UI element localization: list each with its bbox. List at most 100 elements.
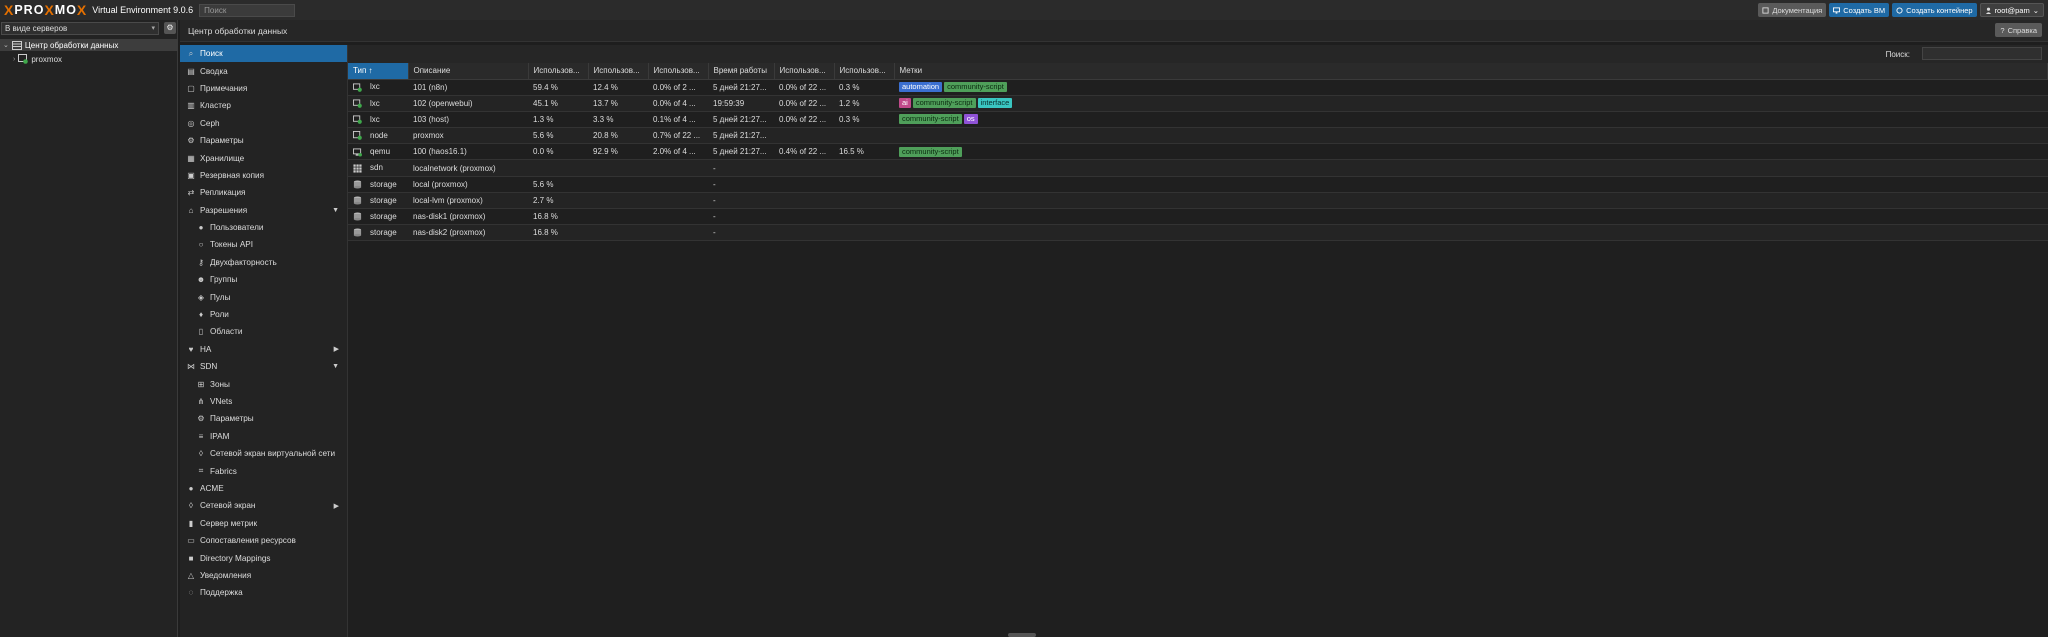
- nav-item-23[interactable]: ◊ Сетевой экран виртуальной сети: [180, 445, 347, 462]
- column-header[interactable]: Тип ↑: [348, 63, 409, 80]
- nav-item-16[interactable]: ▯ Области: [180, 323, 347, 340]
- tree-settings-button[interactable]: ⚙: [164, 22, 176, 34]
- table-row[interactable]: storage local-lvm (proxmox) 2.7 % -: [348, 192, 2048, 210]
- nav-item-31[interactable]: ◌ Поддержка: [180, 584, 347, 601]
- tree-item-datacenter[interactable]: ⌄ Центр обработки данных: [0, 39, 178, 51]
- caret-down-icon[interactable]: ▼: [332, 207, 339, 214]
- nav-item-label: Кластер: [200, 101, 231, 111]
- view-selector[interactable]: В виде серверов ▾: [1, 22, 159, 35]
- nav-item-30[interactable]: △ Уведомления: [180, 567, 347, 584]
- tree-item-node-proxmox[interactable]: › proxmox: [0, 53, 178, 65]
- table-row[interactable]: node proxmox 5.6 % 20.8 % 0.7% of 22 ... 5 дн…: [348, 127, 2048, 145]
- nav-item-11[interactable]: ○ Токены API: [180, 236, 347, 253]
- column-header[interactable]: Описание: [408, 63, 529, 80]
- cell-c6: 16.5 %: [834, 143, 894, 161]
- retweet-icon: ⇄: [187, 188, 195, 198]
- user-label: root@pam: [1994, 5, 2030, 15]
- nav-item-4[interactable]: ◎ Ceph: [180, 115, 347, 132]
- table-row[interactable]: storage nas-disk2 (proxmox) 16.8 % -: [348, 224, 2048, 242]
- nav-item-25[interactable]: ● ACME: [180, 480, 347, 497]
- grid-search-input[interactable]: [1922, 47, 2042, 60]
- nav-item-3[interactable]: ▥ Кластер: [180, 97, 347, 114]
- nav-item-15[interactable]: ♦ Роли: [180, 306, 347, 323]
- table-row[interactable]: lxc 103 (host) 1.3 % 3.3 % 0.1% of 4 ... 5 дн…: [348, 111, 2048, 129]
- table-row[interactable]: sdn localnetwork (proxmox) -: [348, 159, 2048, 177]
- storage-icon: [353, 212, 362, 221]
- tree-expander-icon[interactable]: ⌄: [3, 41, 9, 49]
- cell-c5: [774, 176, 834, 193]
- cell-uptime: 5 дней 21:27...: [708, 127, 774, 145]
- cell-c6: [834, 159, 894, 177]
- nav-item-19[interactable]: ⊞ Зоны: [180, 375, 347, 392]
- column-header[interactable]: Использов...: [528, 63, 589, 80]
- cell-desc: nas-disk1 (proxmox): [408, 208, 528, 226]
- column-header[interactable]: Метки: [894, 63, 2048, 80]
- tree-datacenter-label: Центр обработки данных: [24, 40, 119, 50]
- caret-right-icon[interactable]: ▶: [334, 502, 339, 510]
- nav-item-5[interactable]: ⚙ Параметры: [180, 132, 347, 149]
- nav-item-12[interactable]: ⚷ Двухфакторность: [180, 254, 347, 271]
- user-menu-button[interactable]: root@pam ⌄: [1979, 3, 2044, 17]
- datacenter-nav-menu: ⌕ Поиск ▤ Сводка ▢ Примечания ▥ Кластер ◎ Ceph ⚙ Па…: [180, 45, 348, 637]
- cell-type-label: storage: [370, 179, 397, 189]
- shield-icon: ◊: [199, 449, 203, 459]
- table-row[interactable]: lxc 102 (openwebui) 45.1 % 13.7 % 0.0% of 4 …: [348, 95, 2048, 112]
- column-header[interactable]: Использов...: [774, 63, 835, 80]
- cell-type: lxc: [348, 79, 408, 96]
- cell-c1: 59.4 %: [528, 79, 588, 96]
- nav-item-22[interactable]: ≡ IPAM: [180, 428, 347, 445]
- nav-item-24[interactable]: ⌗ Fabrics: [180, 462, 347, 479]
- table-row[interactable]: lxc 101 (n8n) 59.4 % 12.4 % 0.0% of 2 ... 5 д…: [348, 79, 2048, 96]
- nav-item-28[interactable]: ▭ Сопоставления ресурсов: [180, 532, 347, 549]
- nav-item-9[interactable]: ⌂ Разрешения ▼: [180, 202, 347, 219]
- nav-item-26[interactable]: ◊ Сетевой экран ▶: [180, 497, 347, 514]
- chevron-down-icon: ⌄: [2032, 5, 2039, 15]
- nav-item-6[interactable]: ▦ Хранилище: [180, 149, 347, 166]
- book-icon: ▤: [187, 66, 195, 76]
- nav-item-13[interactable]: ☻ Группы: [180, 271, 347, 288]
- column-header[interactable]: Использов...: [834, 63, 895, 80]
- nav-item-7[interactable]: ▣ Резервная копия: [180, 167, 347, 184]
- nav-item-label: Поиск: [200, 49, 223, 59]
- nav-item-29[interactable]: ■ Directory Mappings: [180, 549, 347, 566]
- nav-item-21[interactable]: ⚙ Параметры: [180, 410, 347, 427]
- column-header[interactable]: Использов...: [588, 63, 649, 80]
- database-icon: ▦: [187, 153, 195, 163]
- cell-type: storage: [348, 176, 408, 193]
- help-button[interactable]: ? Справка: [1995, 23, 2042, 37]
- nav-item-17[interactable]: ♥ HA ▶: [180, 341, 347, 358]
- caret-right-icon[interactable]: ▶: [334, 345, 339, 353]
- column-header[interactable]: Использов...: [648, 63, 709, 80]
- nav-item-8[interactable]: ⇄ Репликация: [180, 184, 347, 201]
- caret-down-icon[interactable]: ▼: [332, 363, 339, 370]
- documentation-button[interactable]: Документация: [1758, 3, 1827, 17]
- folder-icon: ■: [188, 553, 194, 563]
- cell-c2: 13.7 %: [588, 95, 648, 112]
- resource-grid: Тип ↑ Описание Использов... Использов... Исп…: [348, 63, 2048, 242]
- nav-item-14[interactable]: ◈ Пулы: [180, 288, 347, 305]
- nav-item-2[interactable]: ▢ Примечания: [180, 80, 347, 97]
- cube-icon: [1896, 6, 1903, 14]
- cell-desc: localnetwork (proxmox): [408, 159, 528, 177]
- table-row[interactable]: qemu 100 (haos16.1) 0.0 % 92.9 % 2.0% of 4 .…: [348, 143, 2048, 161]
- panel-resize-handle[interactable]: [1008, 633, 1036, 637]
- nav-item-0[interactable]: ⌕ Поиск: [180, 45, 347, 63]
- cell-c3: [648, 224, 708, 242]
- nav-item-18[interactable]: ⋈ SDN ▼: [180, 358, 347, 375]
- create-ct-button[interactable]: Создать контейнер: [1892, 3, 1977, 17]
- cell-c2: 3.3 %: [588, 111, 648, 129]
- tree-expander-icon[interactable]: ›: [13, 56, 15, 63]
- cell-c1: 16.8 %: [528, 224, 588, 242]
- global-search-input[interactable]: Поиск: [199, 3, 296, 17]
- nav-item-10[interactable]: ● Пользователи: [180, 219, 347, 236]
- logo-text-pro: PRO: [14, 3, 45, 17]
- nav-item-20[interactable]: ⋔ VNets: [180, 393, 347, 410]
- bell-icon: △: [187, 570, 195, 580]
- table-row[interactable]: storage nas-disk1 (proxmox) 16.8 % -: [348, 208, 2048, 226]
- table-row[interactable]: storage local (proxmox) 5.6 % -: [348, 176, 2048, 193]
- column-header[interactable]: Время работы: [708, 63, 775, 80]
- nav-item-1[interactable]: ▤ Сводка: [180, 62, 347, 79]
- nav-item-27[interactable]: ▮ Сервер метрик: [180, 515, 347, 532]
- male-icon: ♦: [198, 310, 204, 320]
- create-vm-button[interactable]: Создать ВМ: [1829, 3, 1890, 17]
